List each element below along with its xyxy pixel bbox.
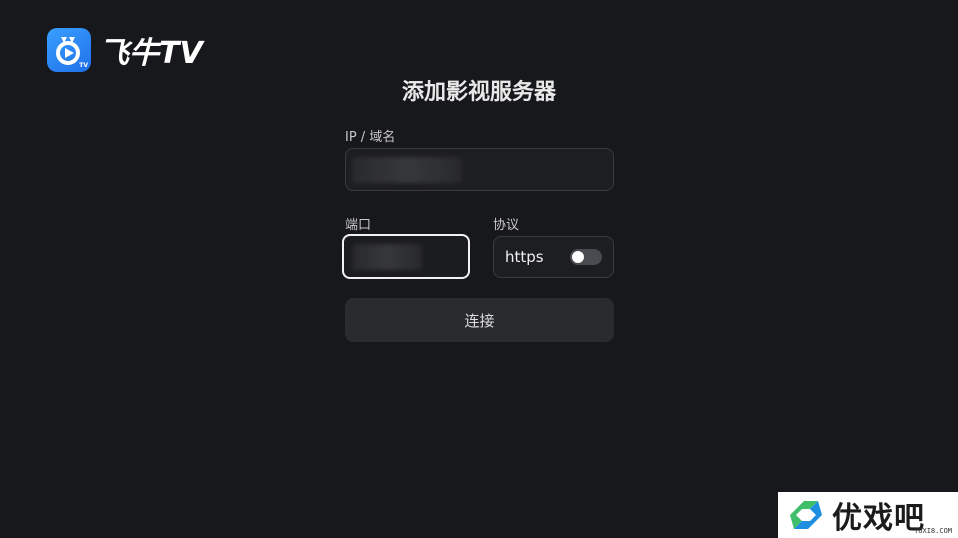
logo-badge: TV bbox=[79, 62, 88, 69]
host-label: IP / 域名 bbox=[345, 130, 396, 145]
feiniu-tv-logo-icon: TV bbox=[47, 28, 91, 72]
watermark-text: 优戏吧 bbox=[832, 501, 925, 536]
https-toggle[interactable] bbox=[570, 249, 602, 265]
toggle-knob bbox=[572, 251, 584, 263]
yoxi8-logo-icon bbox=[790, 501, 822, 529]
watermark: 优戏吧 YOXI8.COM bbox=[778, 492, 958, 538]
port-input[interactable] bbox=[342, 234, 470, 279]
protocol-selector[interactable]: https bbox=[493, 236, 614, 278]
port-value-redacted bbox=[352, 243, 422, 270]
protocol-value: https bbox=[505, 248, 544, 266]
protocol-label: 协议 bbox=[493, 218, 520, 233]
app-logo: TV 飞牛TV bbox=[47, 28, 203, 72]
add-server-screen: TV 飞牛TV 添加影视服务器 IP / 域名 端口 协议 https 连接 优… bbox=[0, 0, 958, 538]
page-title: 添加影视服务器 bbox=[401, 80, 556, 105]
host-input[interactable] bbox=[345, 148, 614, 191]
watermark-sub: YOXI8.COM bbox=[914, 527, 952, 535]
port-label: 端口 bbox=[345, 218, 372, 233]
host-value-redacted bbox=[352, 156, 462, 183]
connect-button[interactable]: 连接 bbox=[345, 298, 614, 342]
app-name: 飞牛TV bbox=[99, 36, 203, 71]
